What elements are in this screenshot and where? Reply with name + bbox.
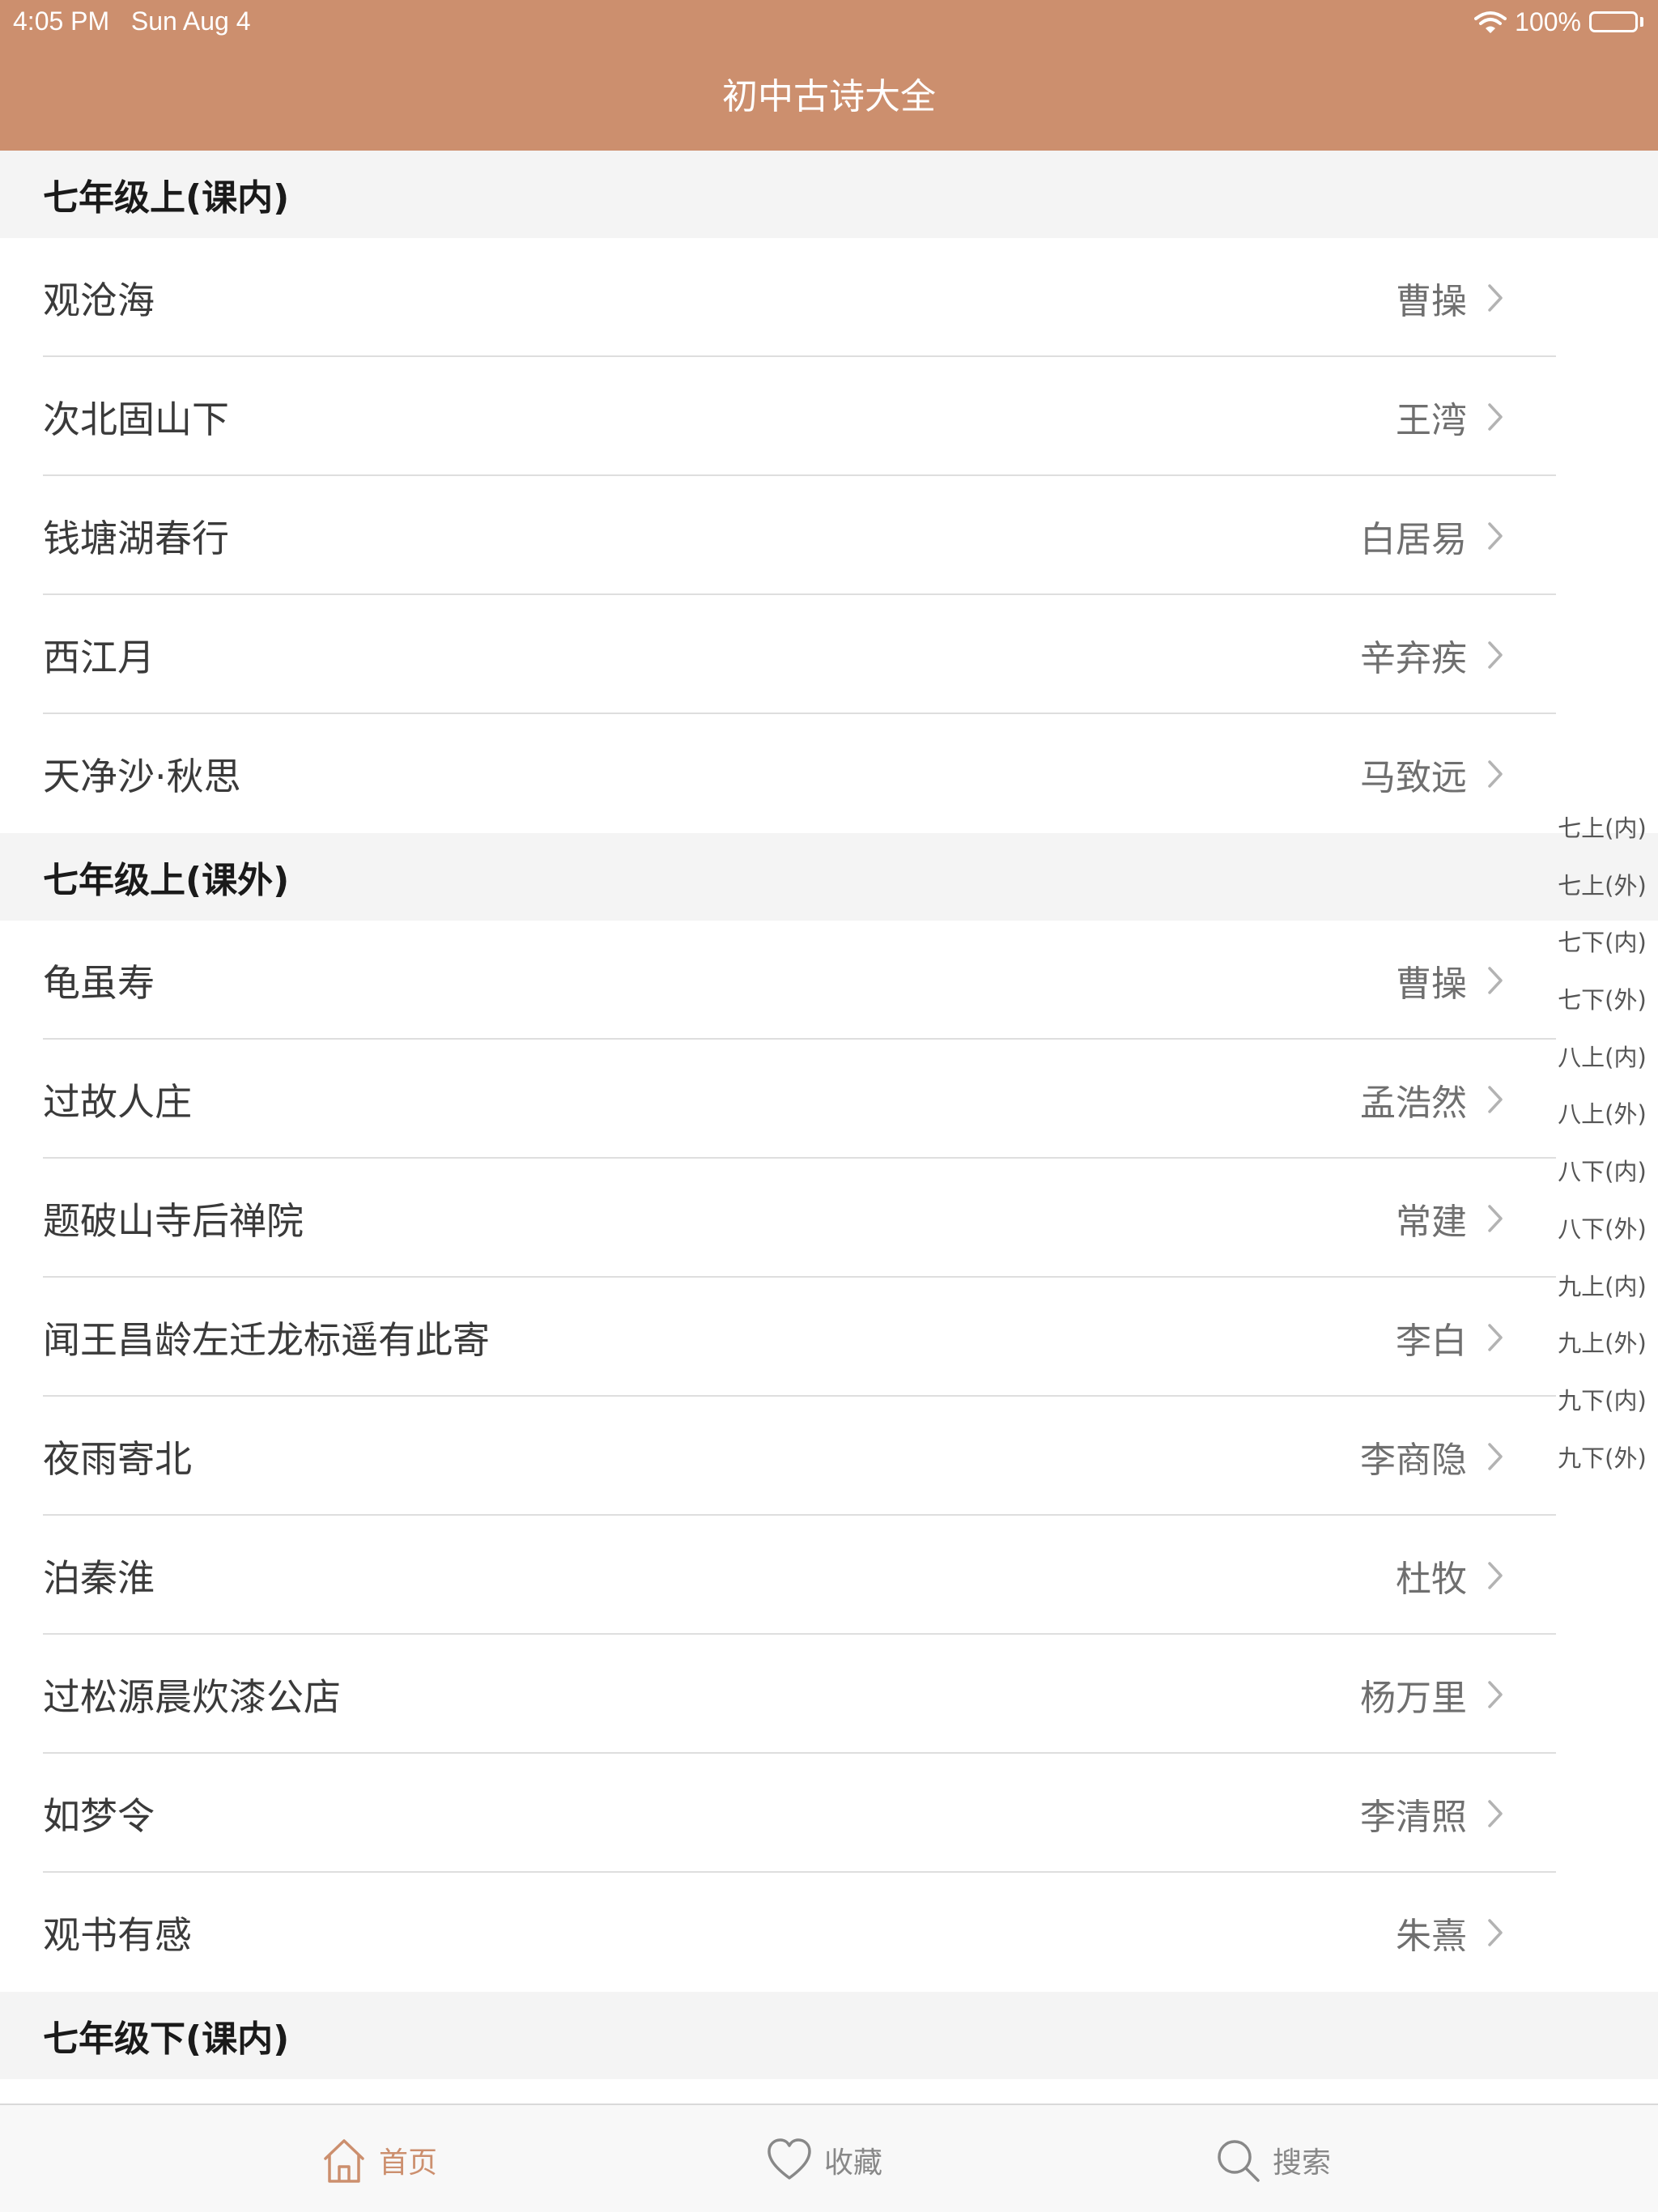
- chevron-right-icon: [1488, 1680, 1503, 1708]
- poem-title: 观书有感: [43, 1912, 192, 1957]
- poem-list[interactable]: 七年级上(课内) 观沧海 曹操 次北固山下 王湾 钱塘湖春行 白居易 西江月 辛弃疾 天净沙·秋思…: [0, 151, 1658, 2104]
- poem-row[interactable]: 闻王昌龄左迁龙标遥有此寄 李白: [0, 1278, 1658, 1397]
- poem-title: 过故人庄: [43, 1079, 192, 1124]
- status-date: Sun Aug 4: [130, 6, 251, 36]
- index-item[interactable]: 八上(内): [1558, 1029, 1647, 1087]
- index-item[interactable]: 七下(外): [1558, 972, 1647, 1029]
- battery-percent: 100%: [1515, 6, 1581, 36]
- page-title: 初中古诗大全: [722, 76, 936, 117]
- poem-row[interactable]: 天净沙·秋思 马致远: [0, 714, 1658, 833]
- index-item[interactable]: 七上(外): [1558, 857, 1647, 915]
- poem-row[interactable]: 次北固山下 王湾: [0, 357, 1658, 476]
- index-item[interactable]: 八下(内): [1558, 1143, 1647, 1201]
- index-item[interactable]: 七上(内): [1558, 800, 1647, 857]
- poem-row[interactable]: 钱塘湖春行 白居易: [0, 476, 1658, 595]
- tab-home[interactable]: 首页: [321, 2134, 437, 2186]
- status-bar-right: 100%: [1474, 6, 1643, 37]
- chevron-right-icon: [1488, 1323, 1503, 1351]
- status-bar-left: 4:05 PM Sun Aug 4: [13, 6, 251, 36]
- poem-title: 闻王昌龄左迁龙标遥有此寄: [43, 1317, 490, 1362]
- poem-title: 次北固山下: [43, 397, 229, 441]
- poem-title: 泊秦淮: [43, 1555, 155, 1600]
- poem-row[interactable]: 西江月 辛弃疾: [0, 595, 1658, 714]
- poem-row[interactable]: 过松源晨炊漆公店 杨万里: [0, 1635, 1658, 1754]
- poem-title: 西江月: [43, 635, 155, 679]
- home-icon: [324, 2139, 364, 2183]
- poem-author: 杨万里: [1360, 1677, 1467, 1719]
- status-time: 4:05 PM: [13, 6, 110, 36]
- index-item[interactable]: 九下(内): [1558, 1372, 1647, 1430]
- tab-favorites[interactable]: 收藏: [766, 2134, 882, 2186]
- poem-title: 天净沙·秋思: [43, 754, 241, 798]
- poem-author: 白居易: [1360, 518, 1467, 560]
- poem-title: 钱塘湖春行: [43, 516, 229, 560]
- poem-author: 李清照: [1360, 1796, 1467, 1838]
- poem-row[interactable]: 龟虽寿 曹操: [0, 921, 1658, 1040]
- chevron-right-icon: [1488, 1085, 1503, 1113]
- poem-row[interactable]: 过故人庄 孟浩然: [0, 1040, 1658, 1159]
- battery-icon: [1589, 11, 1643, 32]
- tab-label: 收藏: [824, 2146, 883, 2180]
- chevron-right-icon: [1488, 1204, 1503, 1232]
- chevron-right-icon: [1488, 402, 1503, 431]
- chevron-right-icon: [1488, 1561, 1503, 1589]
- poem-title: 过松源晨炊漆公店: [43, 1674, 341, 1719]
- poem-title: 龟虽寿: [43, 960, 155, 1005]
- nav-header: 4:05 PM Sun Aug 4 100% 初中古诗大全: [0, 0, 1658, 151]
- section-header: 七年级上(课外): [0, 833, 1658, 921]
- poem-author: 王湾: [1396, 399, 1467, 441]
- section-index-bar[interactable]: 七上(内) 七上(外) 七下(内) 七下(外) 八上(内) 八上(外) 八下(内) 八下(外)…: [1551, 800, 1653, 1487]
- poem-row[interactable]: 如梦令 李清照: [0, 1754, 1658, 1873]
- poem-title: 题破山寺后禅院: [43, 1198, 304, 1243]
- poem-row[interactable]: 泊秦淮 杜牧: [0, 1516, 1658, 1635]
- search-icon: [1218, 2140, 1260, 2182]
- poem-author: 朱熹: [1396, 1915, 1467, 1957]
- section-header: 七年级下(课内): [0, 1992, 1658, 2079]
- index-item[interactable]: 七下(内): [1558, 914, 1647, 972]
- chevron-right-icon: [1488, 1799, 1503, 1827]
- index-item[interactable]: 九上(内): [1558, 1258, 1647, 1316]
- heart-icon: [767, 2138, 811, 2180]
- tab-label: 首页: [379, 2146, 438, 2180]
- index-item[interactable]: 八上(外): [1558, 1086, 1647, 1143]
- poem-author: 李白: [1396, 1320, 1467, 1362]
- chevron-right-icon: [1488, 1918, 1503, 1946]
- index-item[interactable]: 九下(外): [1558, 1430, 1647, 1487]
- chevron-right-icon: [1488, 283, 1503, 312]
- chevron-right-icon: [1488, 759, 1503, 788]
- chevron-right-icon: [1488, 966, 1503, 994]
- poem-title: 如梦令: [43, 1793, 155, 1838]
- chevron-right-icon: [1488, 521, 1503, 550]
- poem-author: 李商隐: [1360, 1439, 1467, 1481]
- index-item[interactable]: 八下(外): [1558, 1201, 1647, 1258]
- poem-author: 马致远: [1360, 756, 1467, 798]
- tab-search[interactable]: 搜索: [1214, 2134, 1331, 2186]
- wifi-icon: [1474, 11, 1507, 33]
- index-item[interactable]: 九上(外): [1558, 1315, 1647, 1372]
- poem-title: 夜雨寄北: [43, 1436, 192, 1481]
- poem-row[interactable]: 夜雨寄北 李商隐: [0, 1397, 1658, 1516]
- poem-author: 辛弃疾: [1360, 637, 1467, 679]
- poem-author: 杜牧: [1396, 1558, 1467, 1600]
- chevron-right-icon: [1488, 640, 1503, 669]
- poem-row[interactable]: 观书有感 朱熹: [0, 1873, 1658, 1992]
- tab-label: 搜索: [1273, 2146, 1332, 2180]
- poem-row[interactable]: 观沧海 曹操: [0, 238, 1658, 357]
- poem-author: 孟浩然: [1360, 1082, 1467, 1124]
- chevron-right-icon: [1488, 1442, 1503, 1470]
- poem-title: 观沧海: [43, 278, 155, 322]
- tab-bar: 首页 收藏 搜索: [0, 2104, 1658, 2212]
- poem-author: 曹操: [1396, 280, 1467, 322]
- poem-author: 曹操: [1396, 963, 1467, 1005]
- section-header: 七年级上(课内): [0, 151, 1658, 238]
- poem-author: 常建: [1396, 1201, 1467, 1243]
- poem-row[interactable]: 题破山寺后禅院 常建: [0, 1159, 1658, 1278]
